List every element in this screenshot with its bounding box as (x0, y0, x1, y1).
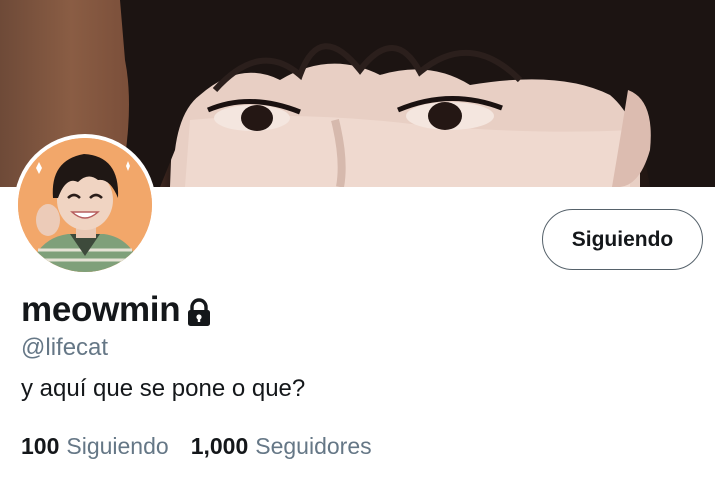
profile-bio: y aquí que se pone o que? (21, 375, 306, 402)
avatar-photo (18, 138, 152, 272)
profile-header: Siguiendo meowmin @lifecat y aquí que se… (0, 0, 715, 479)
following-stat-link[interactable]: 100 Siguiendo (21, 433, 169, 460)
profile-handle: @lifecat (21, 334, 109, 361)
followers-count: 1,000 (190, 433, 249, 459)
following-label: Siguiendo (66, 433, 169, 459)
following-count: 100 (21, 433, 60, 459)
profile-display-name: meowmin (21, 290, 181, 329)
followers-label: Seguidores (255, 433, 372, 459)
profile-stats: 100 Siguiendo 1,000 Seguidores (21, 433, 372, 460)
followers-stat-link[interactable]: 1,000 Seguidores (191, 433, 372, 460)
lock-icon (186, 298, 212, 328)
profile-avatar[interactable] (14, 134, 156, 276)
following-button[interactable]: Siguiendo (542, 209, 703, 270)
profile-name-row: meowmin (21, 290, 212, 330)
